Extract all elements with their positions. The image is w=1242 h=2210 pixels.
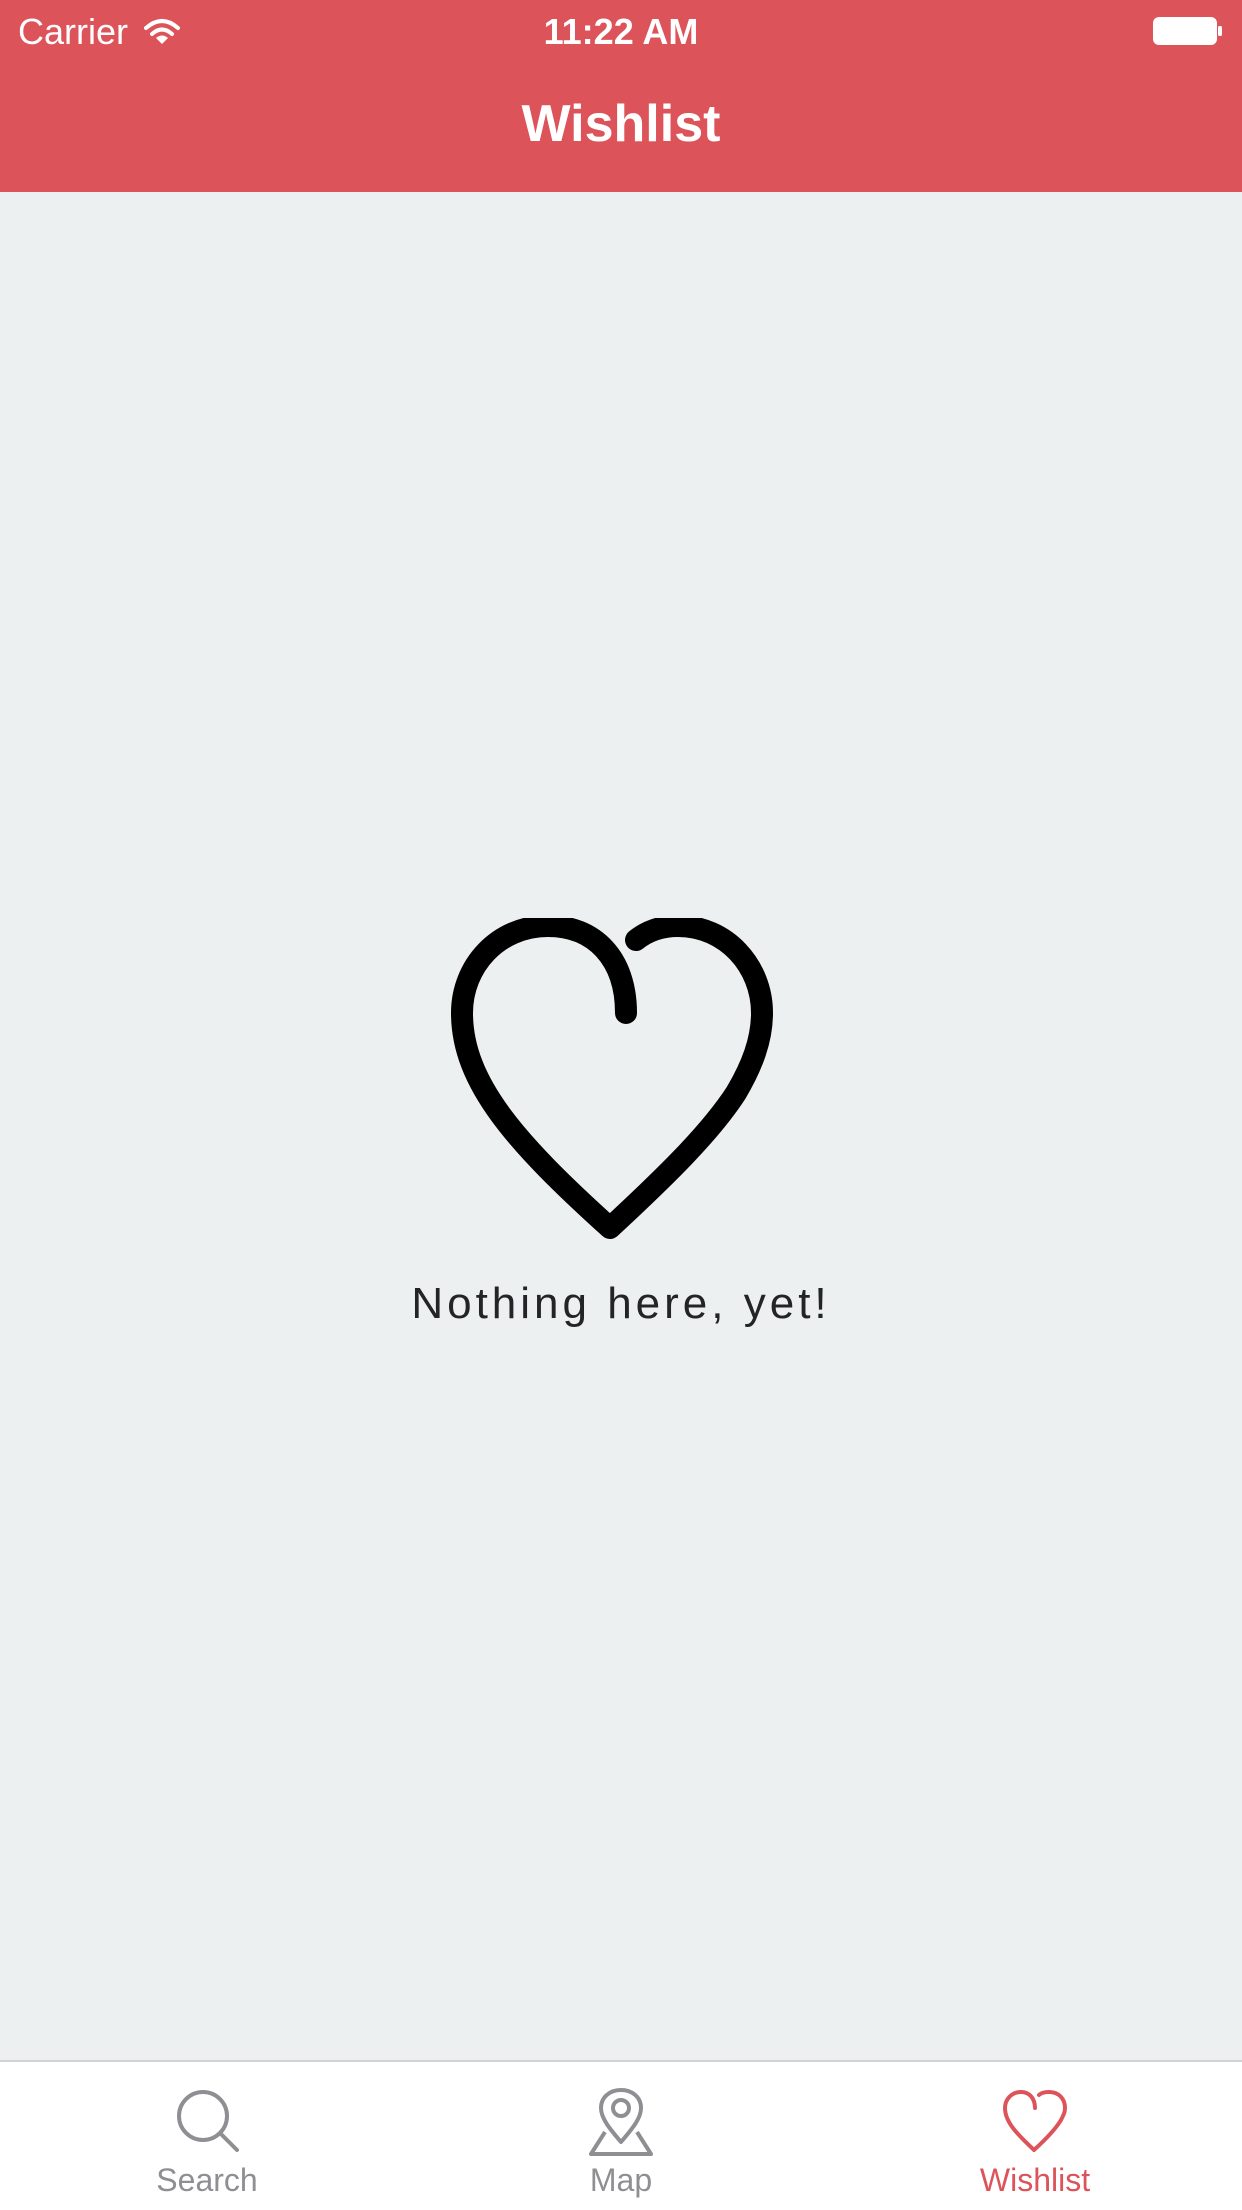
empty-state-message: Nothing here, yet! <box>411 1279 831 1328</box>
status-bar: Carrier 11:22 AM <box>0 0 1242 62</box>
status-time: 11:22 AM <box>543 11 699 52</box>
tab-label-map: Map <box>589 2162 653 2198</box>
tab-wishlist[interactable]: Wishlist <box>828 2062 1242 2210</box>
page-title: Wishlist <box>521 95 721 153</box>
navigation-header: Carrier 11:22 AM Wishlist <box>0 0 1242 192</box>
empty-state: Nothing here, yet! <box>0 918 1242 1336</box>
tab-map[interactable]: Map <box>414 2062 828 2210</box>
tab-label-wishlist: Wishlist <box>979 2162 1091 2198</box>
tab-search[interactable]: Search <box>0 2062 414 2210</box>
tab-bar: Search Map Wishlist <box>0 2060 1242 2210</box>
heart-outline-icon <box>451 918 773 1239</box>
search-icon <box>177 2090 239 2152</box>
battery-icon <box>1153 17 1222 45</box>
heart-icon <box>1003 2090 1067 2152</box>
tab-label-search: Search <box>156 2162 258 2198</box>
map-pin-icon <box>589 2088 653 2156</box>
